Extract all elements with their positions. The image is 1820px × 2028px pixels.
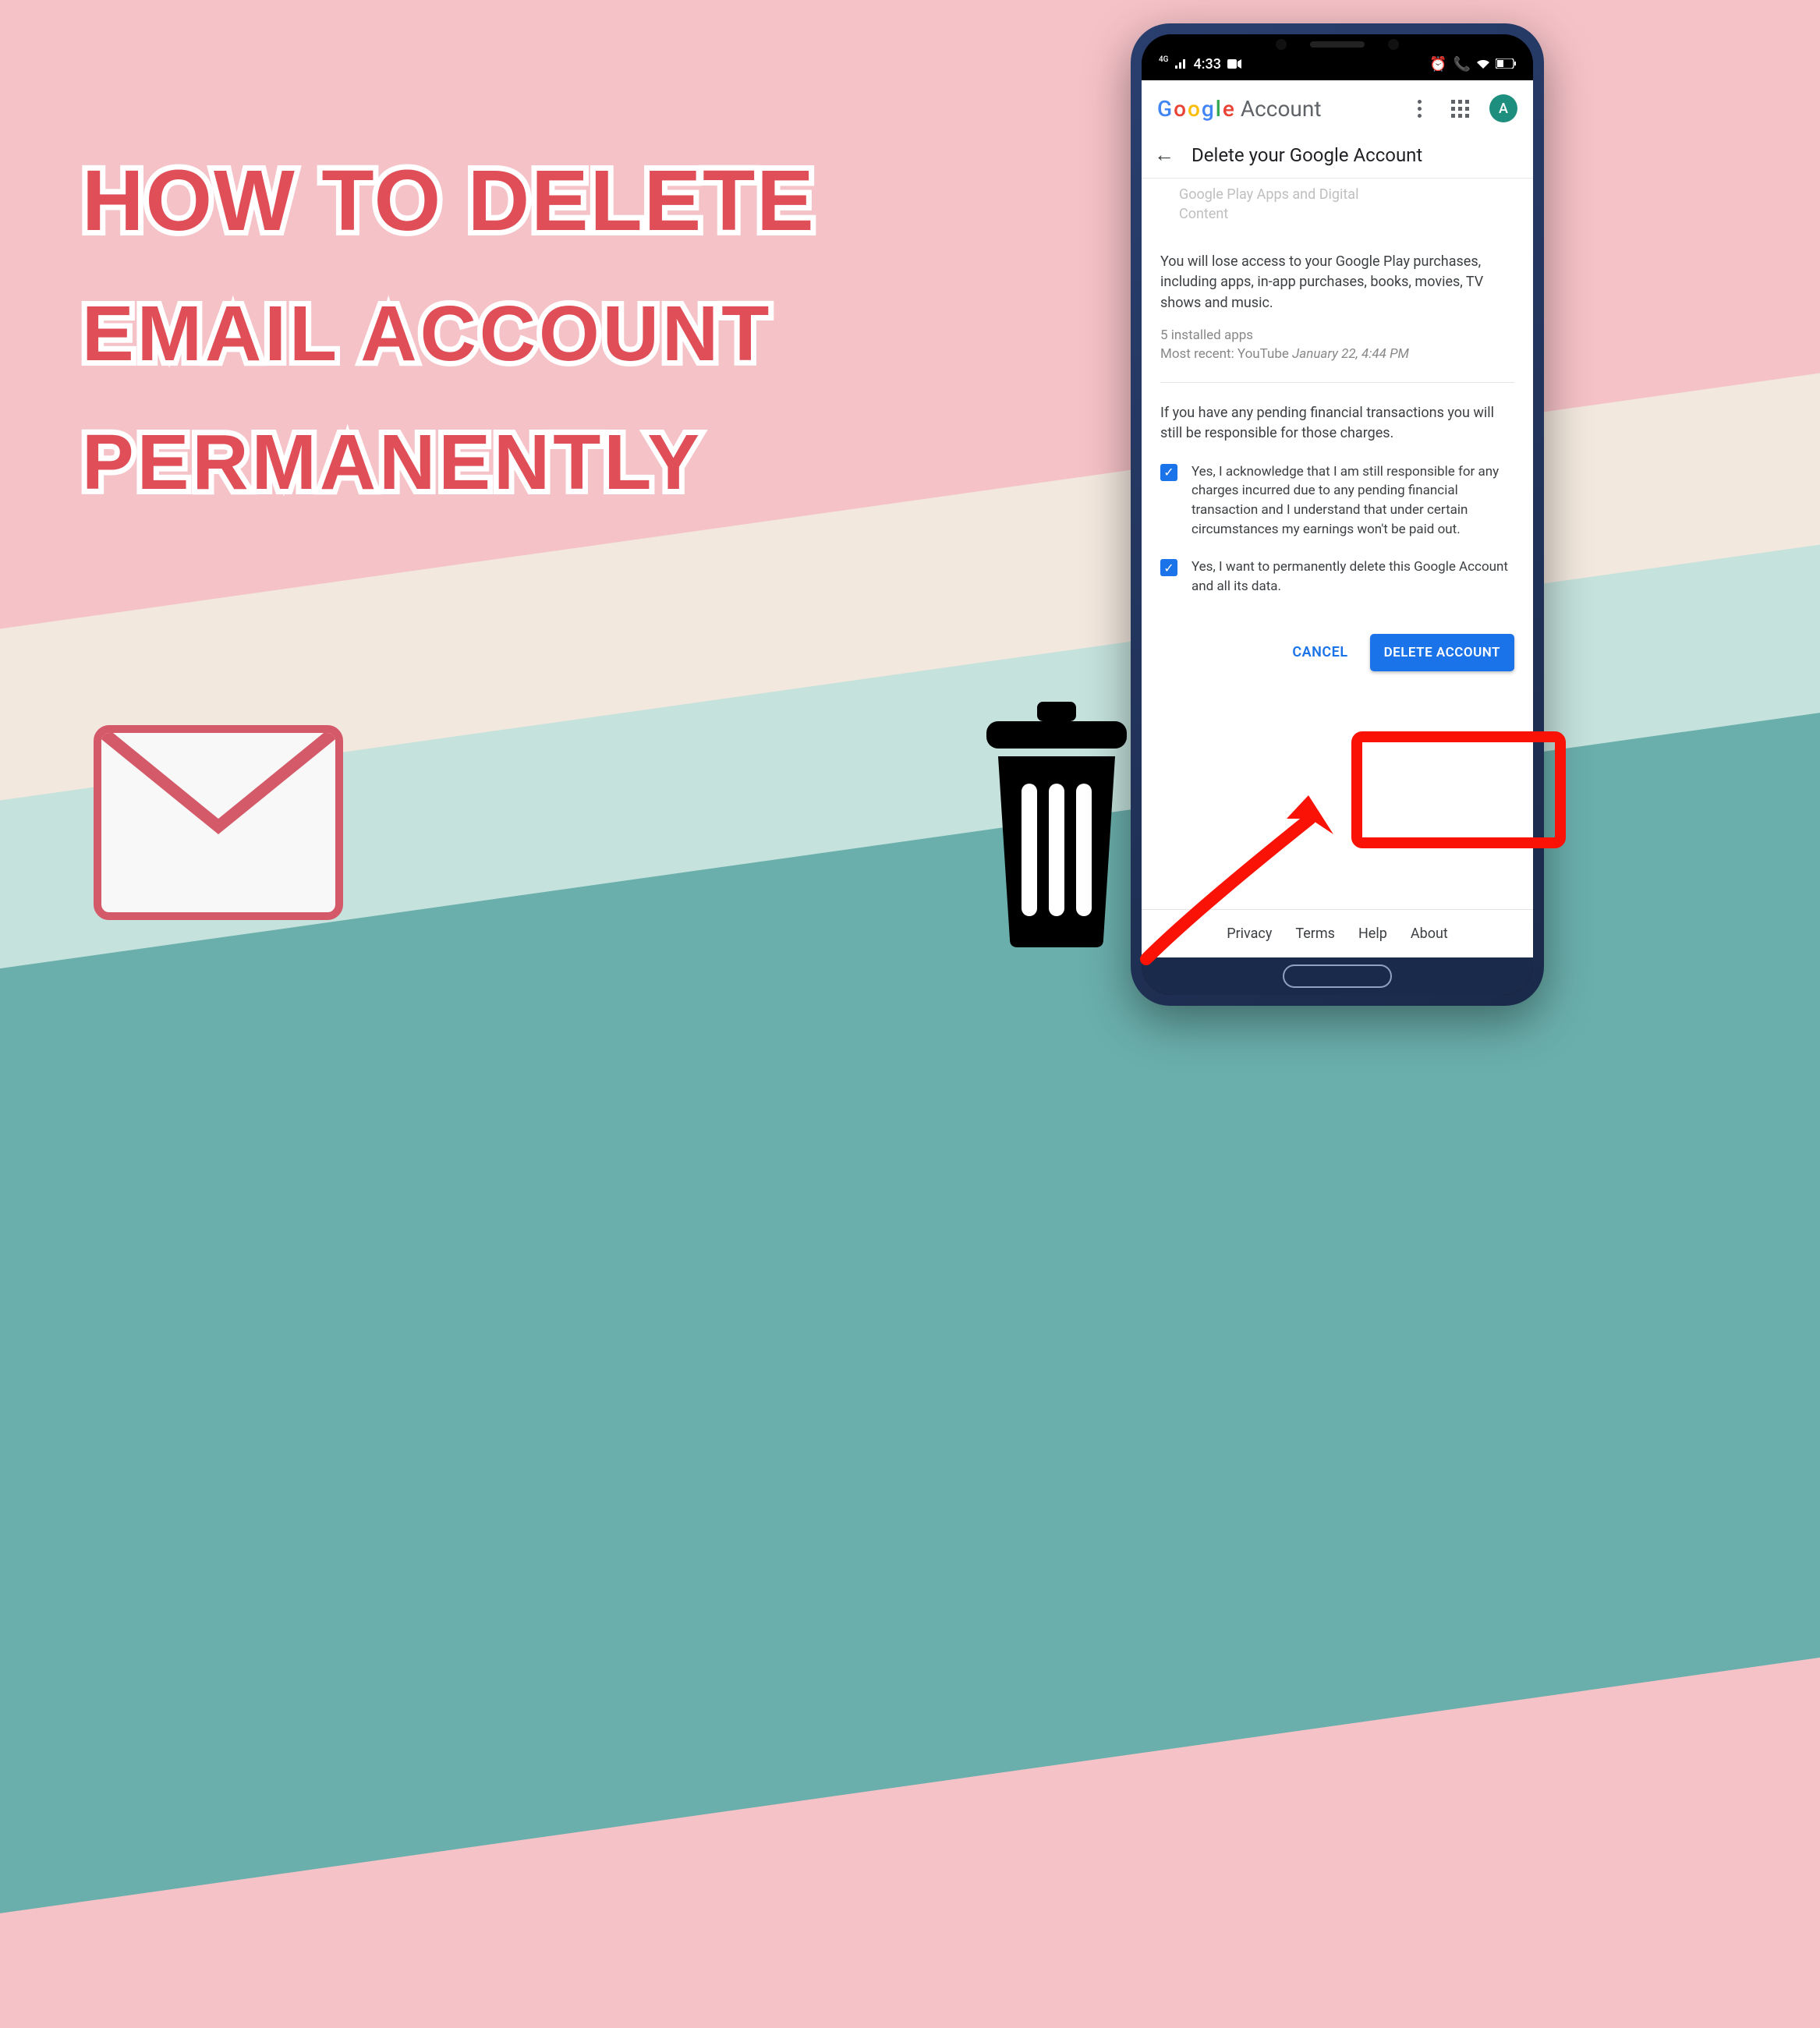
phone-frame: 4G 4:33 ⏰ 📞 [1131, 23, 1544, 1006]
mail-icon [94, 725, 343, 920]
phone-notch [1142, 39, 1533, 50]
wifi-icon [1477, 56, 1489, 73]
pending-transactions-paragraph: If you have any pending financial transa… [1160, 403, 1514, 444]
checkbox-permanent-delete-label: Yes, I want to permanently delete this G… [1191, 557, 1514, 596]
alarm-icon: ⏰ [1429, 56, 1446, 73]
phone-status-icon: 📞 [1454, 56, 1471, 73]
headline-line-3: PERMANENTLY [82, 422, 940, 504]
avatar[interactable]: A [1489, 94, 1517, 122]
home-button[interactable] [1283, 964, 1392, 988]
footer-link-terms[interactable]: Terms [1295, 926, 1335, 942]
back-arrow-icon[interactable]: ← [1154, 143, 1174, 167]
apps-grid-icon[interactable] [1449, 97, 1471, 119]
checkbox-acknowledge[interactable]: ✓ [1160, 464, 1177, 481]
checkbox-acknowledge-label: Yes, I acknowledge that I am still respo… [1191, 462, 1514, 540]
most-recent-line: Most recent: YouTube January 22, 4:44 PM [1160, 346, 1514, 362]
footer-link-help[interactable]: Help [1358, 926, 1387, 942]
footer-link-about[interactable]: About [1411, 926, 1448, 942]
network-type: 4G [1159, 55, 1169, 64]
footer-link-privacy[interactable]: Privacy [1227, 926, 1272, 942]
installed-apps-count: 5 installed apps [1160, 327, 1514, 343]
status-time: 4:33 [1194, 56, 1221, 73]
headline: How To Delete EMAIL ACCOUNT PERMANENTLY [82, 156, 940, 550]
brand-suffix: Account [1241, 96, 1322, 122]
battery-icon [1496, 56, 1516, 73]
cancel-button[interactable]: CANCEL [1292, 644, 1347, 660]
headline-line-2: EMAIL ACCOUNT [82, 293, 940, 375]
delete-account-button[interactable]: DELETE ACCOUNT [1370, 634, 1514, 671]
headline-line-1: How To Delete [82, 156, 940, 246]
page-title: Delete your Google Account [1191, 144, 1422, 166]
trash-icon [959, 702, 1154, 951]
checkbox-permanent-delete[interactable]: ✓ [1160, 559, 1177, 576]
lose-access-paragraph: You will lose access to your Google Play… [1160, 252, 1514, 313]
home-bar [1142, 957, 1533, 995]
divider [1160, 382, 1514, 383]
signal-icon [1175, 56, 1188, 73]
faded-prev-content: Google Play Apps and Digital Content [1157, 179, 1517, 238]
more-menu-icon[interactable] [1408, 97, 1430, 119]
brand-logo: Google Account [1157, 96, 1321, 122]
video-icon [1227, 56, 1241, 73]
screen-content: Google Account A ← Delete your Google Ac… [1142, 80, 1533, 957]
